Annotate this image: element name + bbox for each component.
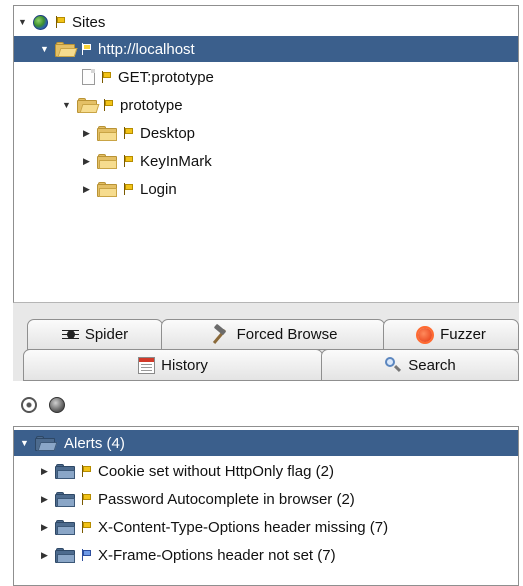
expand-arrow-icon[interactable]: ▼ — [20, 438, 29, 448]
folder-icon — [97, 125, 117, 141]
tab-label: History — [161, 356, 208, 374]
expand-arrow-icon[interactable]: ▼ — [40, 44, 49, 54]
collapse-arrow-icon[interactable]: ▶ — [82, 184, 91, 194]
tab-search[interactable]: Search — [321, 349, 519, 381]
collapse-arrow-icon[interactable]: ▶ — [40, 494, 49, 504]
tree-node-sites[interactable]: ▼ Sites — [18, 9, 105, 35]
alert-label: Password Autocomplete in browser (2) — [98, 490, 355, 508]
folder-icon — [97, 153, 117, 169]
collapse-arrow-icon[interactable]: ▶ — [40, 550, 49, 560]
folder-icon — [55, 519, 75, 535]
tab-spider[interactable]: Spider — [27, 319, 163, 350]
globe-icon[interactable] — [49, 397, 65, 413]
expand-arrow-icon[interactable]: ▼ — [62, 100, 71, 110]
expand-arrow-icon[interactable]: ▼ — [18, 17, 27, 27]
alert-label: X-Content-Type-Options header missing (7… — [98, 518, 389, 536]
alert-item[interactable]: ▶ X-Frame-Options header not set (7) — [40, 542, 336, 568]
sites-tree-panel: ▼ Sites ▼ http://localhost GET:prototype… — [13, 5, 519, 303]
alert-label: Cookie set without HttpOnly flag (2) — [98, 462, 334, 480]
tree-node-alerts[interactable]: ▼ Alerts (4) — [14, 430, 518, 456]
tree-node-prototype[interactable]: ▼ prototype — [62, 92, 183, 118]
flag-icon — [101, 71, 112, 83]
target-icon[interactable] — [21, 397, 37, 413]
tree-node-label: GET:prototype — [118, 68, 214, 86]
search-icon — [384, 356, 402, 374]
tab-fuzzer[interactable]: Fuzzer — [383, 319, 519, 350]
flag-icon — [81, 521, 92, 533]
folder-icon — [55, 463, 75, 479]
tab-label: Fuzzer — [440, 326, 486, 343]
spider-icon — [61, 326, 79, 343]
folder-open-icon — [55, 41, 78, 57]
tree-node-localhost[interactable]: ▼ http://localhost — [14, 36, 518, 62]
collapse-arrow-icon[interactable]: ▶ — [82, 156, 91, 166]
folder-icon — [97, 181, 117, 197]
tab-label: Search — [408, 356, 456, 374]
tab-history[interactable]: History — [23, 349, 323, 381]
collapse-arrow-icon[interactable]: ▶ — [40, 522, 49, 532]
tree-node-desktop[interactable]: ▶ Desktop — [82, 120, 195, 146]
tree-node-login[interactable]: ▶ Login — [82, 176, 177, 202]
globe-icon — [33, 14, 48, 30]
tree-node-label: prototype — [120, 96, 183, 114]
tree-node-keyinmark[interactable]: ▶ KeyInMark — [82, 148, 212, 174]
alert-item[interactable]: ▶ Cookie set without HttpOnly flag (2) — [40, 458, 334, 484]
folder-open-icon — [77, 97, 100, 113]
flag-icon — [81, 549, 92, 561]
flag-icon — [123, 183, 134, 195]
flag-icon — [81, 43, 92, 55]
alerts-tree-panel: ▼ Alerts (4) ▶ Cookie set without HttpOn… — [13, 426, 519, 586]
tree-node-label: Sites — [72, 13, 106, 31]
folder-icon — [55, 547, 75, 563]
alert-label: X-Frame-Options header not set (7) — [98, 546, 336, 564]
tree-node-label: Alerts (4) — [64, 434, 125, 452]
tree-node-label: Desktop — [140, 124, 196, 142]
tree-node-label: http://localhost — [98, 40, 195, 58]
hammer-icon — [209, 325, 231, 345]
tree-node-get-prototype[interactable]: GET:prototype — [82, 64, 214, 90]
flag-icon — [123, 155, 134, 167]
alert-item[interactable]: ▶ Password Autocomplete in browser (2) — [40, 486, 355, 512]
tab-label: Spider — [84, 326, 129, 343]
flag-icon — [103, 99, 114, 111]
tab-strip: Spider Forced Browse Fuzzer History Sear… — [13, 303, 519, 381]
fuzzer-icon — [416, 326, 434, 344]
tab-forced-browse[interactable]: Forced Browse — [161, 319, 385, 350]
tree-node-label: KeyInMark — [140, 152, 212, 170]
alert-item[interactable]: ▶ X-Content-Type-Options header missing … — [40, 514, 388, 540]
tree-node-label: Login — [140, 180, 177, 198]
flag-icon — [123, 127, 134, 139]
page-icon — [82, 69, 95, 85]
folder-open-icon — [35, 435, 58, 451]
flag-icon — [81, 465, 92, 477]
flag-icon — [81, 493, 92, 505]
folder-icon — [55, 491, 75, 507]
alerts-toolbar — [13, 390, 519, 420]
collapse-arrow-icon[interactable]: ▶ — [82, 128, 91, 138]
flag-icon — [55, 16, 66, 28]
collapse-arrow-icon[interactable]: ▶ — [40, 466, 49, 476]
calendar-icon — [138, 356, 156, 374]
tab-label: Forced Browse — [236, 326, 338, 343]
